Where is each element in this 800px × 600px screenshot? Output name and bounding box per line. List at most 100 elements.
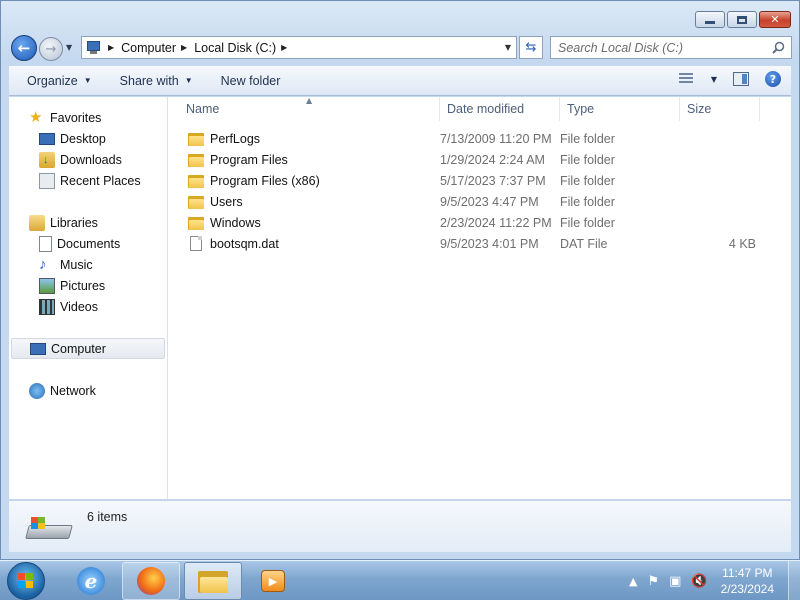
recent-pages-dropdown[interactable]: ▼	[66, 43, 72, 52]
breadcrumb-local-disk[interactable]: Local Disk (C:)	[194, 41, 276, 55]
refresh-icon: ⇆	[525, 40, 537, 55]
desktop-icon	[39, 132, 55, 145]
nav-desktop-label: Desktop	[60, 131, 106, 146]
search-input[interactable]	[558, 40, 758, 55]
column-header-date-modified[interactable]: Date modified	[440, 97, 560, 121]
file-row[interactable]: bootsqm.dat 9/5/2023 4:01 PM DAT File 4 …	[169, 233, 791, 254]
taskbar-internet-explorer[interactable]: e	[62, 562, 120, 600]
taskbar-windows-explorer[interactable]	[184, 562, 242, 600]
show-hidden-icons-button[interactable]: ▲	[629, 575, 637, 588]
computer-icon	[85, 40, 103, 55]
nav-videos-label: Videos	[60, 299, 98, 314]
forward-button[interactable]: →	[39, 37, 63, 61]
firefox-icon	[137, 567, 165, 595]
chevron-down-icon: ▼	[184, 76, 193, 85]
nav-network-label: Network	[50, 383, 96, 398]
nav-downloads-label: Downloads	[60, 152, 122, 167]
file-name: Program Files (x86)	[210, 173, 320, 188]
nav-libraries-label: Libraries	[50, 215, 98, 230]
search-icon[interactable]	[772, 41, 785, 54]
network-icon	[29, 382, 45, 399]
music-icon: ♪	[39, 255, 47, 273]
breadcrumb-computer[interactable]: Computer	[121, 41, 176, 55]
column-header-size[interactable]: Size	[680, 97, 760, 121]
libraries-icon	[29, 214, 45, 231]
minimize-button[interactable]	[695, 11, 725, 28]
file-row[interactable]: Users 9/5/2023 4:47 PM File folder	[169, 191, 791, 212]
change-view-button[interactable]	[678, 72, 695, 86]
volume-muted-icon[interactable]: 🔇	[691, 574, 707, 589]
file-name: PerfLogs	[210, 131, 261, 146]
folder-icon	[188, 132, 204, 146]
nav-libraries[interactable]: Libraries	[9, 212, 167, 233]
breadcrumb-separator-icon[interactable]: ▶	[108, 43, 114, 52]
nav-computer[interactable]: Computer	[11, 338, 165, 359]
maximize-button[interactable]	[727, 11, 757, 28]
nav-documents[interactable]: Documents	[9, 233, 167, 254]
file-row[interactable]: Program Files 1/29/2024 2:24 AM File fol…	[169, 149, 791, 170]
computer-icon	[30, 342, 46, 355]
nav-desktop[interactable]: Desktop	[9, 128, 167, 149]
nav-pictures[interactable]: Pictures	[9, 275, 167, 296]
column-header-type[interactable]: Type	[560, 97, 680, 121]
clock[interactable]: 11:47 PM 2/23/2024	[721, 565, 774, 597]
start-button[interactable]	[7, 562, 45, 600]
column-header-name[interactable]: Name	[169, 97, 440, 121]
file-name: Program Files	[210, 152, 288, 167]
nav-favorites[interactable]: ★ Favorites	[9, 107, 167, 128]
maximize-icon	[737, 15, 747, 24]
address-bar[interactable]: ▶ Computer ▶ Local Disk (C:) ▶ ▼	[81, 36, 517, 59]
folder-icon	[188, 216, 204, 230]
nav-recent-places[interactable]: Recent Places	[9, 170, 167, 191]
nav-network[interactable]: Network	[9, 380, 167, 401]
nav-downloads[interactable]: ↓ Downloads	[9, 149, 167, 170]
file-date: 7/13/2009 11:20 PM	[440, 131, 552, 146]
new-folder-button[interactable]: New folder	[211, 66, 291, 95]
nav-music-label: Music	[60, 257, 93, 272]
nav-pictures-label: Pictures	[60, 278, 106, 293]
file-row[interactable]: Windows 2/23/2024 11:22 PM File folder	[169, 212, 791, 233]
file-icon	[190, 236, 202, 251]
file-date: 2/23/2024 11:22 PM	[440, 215, 552, 230]
file-date: 1/29/2024 2:24 AM	[440, 152, 545, 167]
action-center-flag-icon[interactable]: ⚑	[647, 574, 659, 589]
network-status-icon[interactable]: ▣	[669, 574, 681, 589]
documents-icon	[39, 235, 52, 252]
nav-videos[interactable]: Videos	[9, 296, 167, 317]
taskbar-media-player[interactable]: ▶	[244, 562, 302, 600]
folder-icon	[188, 174, 204, 188]
nav-recent-places-label: Recent Places	[60, 173, 141, 188]
close-button[interactable]: ✕	[759, 11, 791, 28]
taskbar-firefox[interactable]	[122, 562, 180, 600]
minimize-icon	[705, 21, 715, 24]
breadcrumb-separator-icon[interactable]: ▶	[181, 43, 187, 52]
file-type: File folder	[560, 194, 615, 209]
address-dropdown-icon[interactable]: ▼	[505, 43, 511, 52]
organize-button[interactable]: Organize ▼	[17, 66, 102, 95]
search-box[interactable]	[550, 36, 792, 59]
show-desktop-button[interactable]	[788, 561, 800, 600]
pictures-icon	[39, 277, 55, 294]
command-bar-right: ▼ ?	[678, 71, 781, 87]
organize-label: Organize	[27, 73, 78, 88]
file-date: 9/5/2023 4:01 PM	[440, 236, 539, 251]
file-type: File folder	[560, 215, 615, 230]
preview-pane-button[interactable]	[733, 72, 749, 86]
details-view-icon	[678, 73, 693, 85]
command-bar: Organize ▼ Share with ▼ New folder ▼ ?	[9, 66, 791, 96]
file-type: File folder	[560, 152, 615, 167]
nav-music[interactable]: ♪ Music	[9, 254, 167, 275]
nav-computer-label: Computer	[51, 341, 106, 356]
recent-places-icon	[39, 172, 55, 189]
refresh-button[interactable]: ⇆	[519, 36, 543, 59]
help-icon[interactable]: ?	[765, 71, 781, 87]
file-row[interactable]: Program Files (x86) 5/17/2023 7:37 PM Fi…	[169, 170, 791, 191]
clock-date: 2/23/2024	[720, 582, 774, 596]
view-options-dropdown[interactable]: ▼	[711, 75, 717, 84]
breadcrumb-separator-icon[interactable]: ▶	[281, 43, 287, 52]
local-disk-icon	[25, 517, 73, 543]
share-with-button[interactable]: Share with ▼	[110, 66, 203, 95]
back-button[interactable]: ←	[11, 35, 37, 61]
videos-icon	[39, 298, 55, 315]
file-row[interactable]: PerfLogs 7/13/2009 11:20 PM File folder	[169, 128, 791, 149]
